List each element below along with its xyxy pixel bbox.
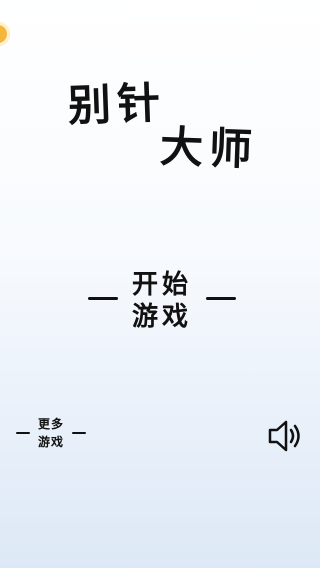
start-game-button[interactable]: 开始 游戏	[88, 267, 236, 333]
game-title-line1: 别针	[67, 78, 167, 132]
more-dash-right	[72, 432, 86, 434]
start-label-line1: 开始	[131, 270, 192, 300]
start-dash-left	[88, 297, 118, 300]
start-dash-right	[206, 297, 236, 300]
more-games-button[interactable]: 更多 游戏	[16, 413, 86, 455]
game-title-line2: 大师	[159, 122, 259, 176]
sound-toggle-button[interactable]	[266, 418, 306, 454]
more-label-line1: 更多	[37, 417, 64, 431]
more-label-line2: 游戏	[37, 435, 64, 449]
start-label-line2: 游戏	[131, 302, 192, 332]
more-dash-left	[16, 432, 30, 434]
speaker-icon	[268, 420, 300, 452]
